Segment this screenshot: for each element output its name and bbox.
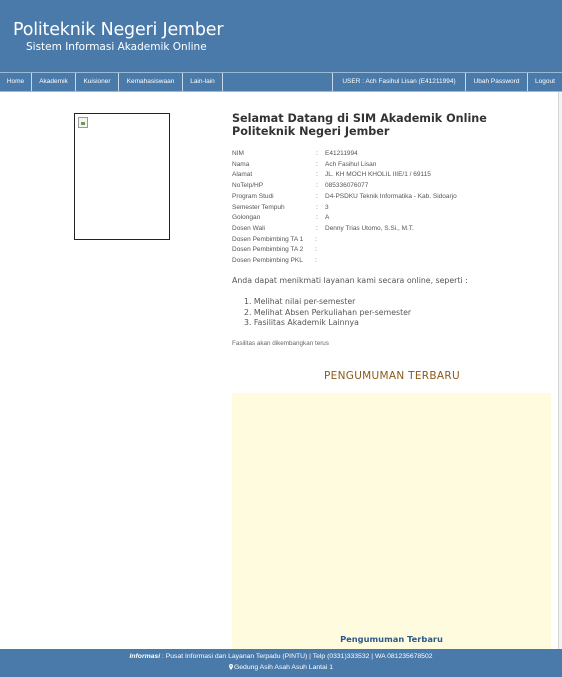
info-label: Golongan [232, 214, 261, 222]
site-footer: Informasi : Pusat Informasi dan Layanan … [0, 649, 562, 677]
info-colon: : [315, 235, 317, 243]
info-value: Denny Trias Utomo, S.Si., M.T. [325, 224, 414, 232]
nav-home[interactable]: Home [0, 73, 31, 91]
info-value: 3 [325, 203, 329, 211]
map-pin-icon [228, 664, 233, 670]
scrollbar[interactable] [558, 92, 562, 649]
intro-text: Anda dapat menikmati layanan kami secara… [232, 276, 468, 285]
list-item: 2. Melihat Absen Perkuliahan per-semeste… [244, 307, 412, 317]
welcome-line-2: Politeknik Negeri Jember [232, 125, 390, 138]
info-value: A [325, 214, 330, 222]
nav-kemahasiswaan[interactable]: Kemahasiswaan [119, 73, 182, 91]
development-note: Fasilitas akan dikembangkan terus [232, 340, 329, 347]
site-subtitle: Sistem Informasi Akademik Online [26, 41, 207, 53]
list-item: 3. Fasilitas Akademik Lainnya [244, 318, 359, 328]
info-label: NoTelp/HP [232, 182, 264, 190]
logout-link[interactable]: Logout [528, 73, 562, 91]
welcome-heading: Selamat Datang di SIM Akademik Online Po… [232, 112, 552, 138]
site-header: Politeknik Negeri Jember Sistem Informas… [0, 0, 562, 72]
info-colon: : [316, 182, 318, 190]
broken-image-icon [78, 117, 88, 128]
info-label: Dosen Pembimbing TA 2 [232, 246, 304, 254]
announcements-heading: PENGUMUMAN TERBARU [324, 370, 460, 382]
info-colon: : [315, 257, 317, 264]
nav-lain-lain[interactable]: Lain-lain [183, 73, 222, 91]
nav-akademik[interactable]: Akademik [32, 73, 75, 91]
announcements-panel-title[interactable]: Pengumuman Terbaru [232, 634, 551, 644]
student-photo [74, 113, 170, 240]
info-colon: : [316, 203, 318, 211]
services-list: 1. Melihat nilai per-semester 2. Melihat… [244, 297, 411, 329]
footer-address: Gedung Asih Asah Asuh Lantai 1 [0, 664, 562, 671]
info-label: Dosen Pembimbing PKL [232, 257, 303, 264]
nav-kuisioner[interactable]: Kuisioner [76, 73, 118, 91]
main-nav: Home Akademik Kuisioner Kemahasiswaan La… [0, 72, 562, 92]
info-colon: : [316, 214, 318, 222]
info-colon: : [316, 224, 318, 232]
info-colon: : [316, 192, 318, 200]
site-title: Politeknik Negeri Jember [13, 20, 224, 40]
footer-info-text: : Pusat Informasi dan Layanan Terpadu (P… [161, 653, 433, 660]
info-label: Nama [232, 160, 250, 168]
info-value: JL. KH MOCH KHOLIL IIIE/1 / 69115 [325, 171, 431, 179]
nav-divider [222, 73, 223, 91]
info-colon: : [316, 171, 318, 179]
change-password-link[interactable]: Ubah Password [466, 73, 527, 91]
info-value: 085336076077 [325, 182, 369, 190]
info-colon: : [315, 246, 317, 254]
footer-address-text: Gedung Asih Asah Asuh Lantai 1 [233, 664, 333, 671]
info-colon: : [316, 160, 318, 168]
info-label: NIM [232, 150, 244, 157]
info-value: D4-PSDKU Teknik Informatika - Kab. Sidoa… [325, 192, 457, 200]
list-item: 1. Melihat nilai per-semester [244, 297, 356, 306]
info-label: Semester Tempuh [232, 203, 285, 211]
info-label: Dosen Wali [232, 224, 265, 232]
info-value: E41211994 [325, 150, 358, 157]
user-label: USER : Ach Fasihul Lisan (E41211994) [342, 78, 456, 85]
footer-info-label: Informasi [129, 653, 161, 660]
info-value: Ach Fasihul Lisan [325, 160, 377, 168]
info-colon: : [316, 150, 318, 157]
info-label: Dosen Pembimbing TA 1 [232, 235, 304, 243]
announcements-panel: Pengumuman Terbaru [232, 393, 551, 649]
footer-info: Informasi : Pusat Informasi dan Layanan … [0, 653, 562, 660]
info-label: Program Studi [232, 192, 274, 200]
welcome-line-1: Selamat Datang di SIM Akademik Online [232, 112, 487, 125]
info-label: Alamat [232, 171, 253, 179]
